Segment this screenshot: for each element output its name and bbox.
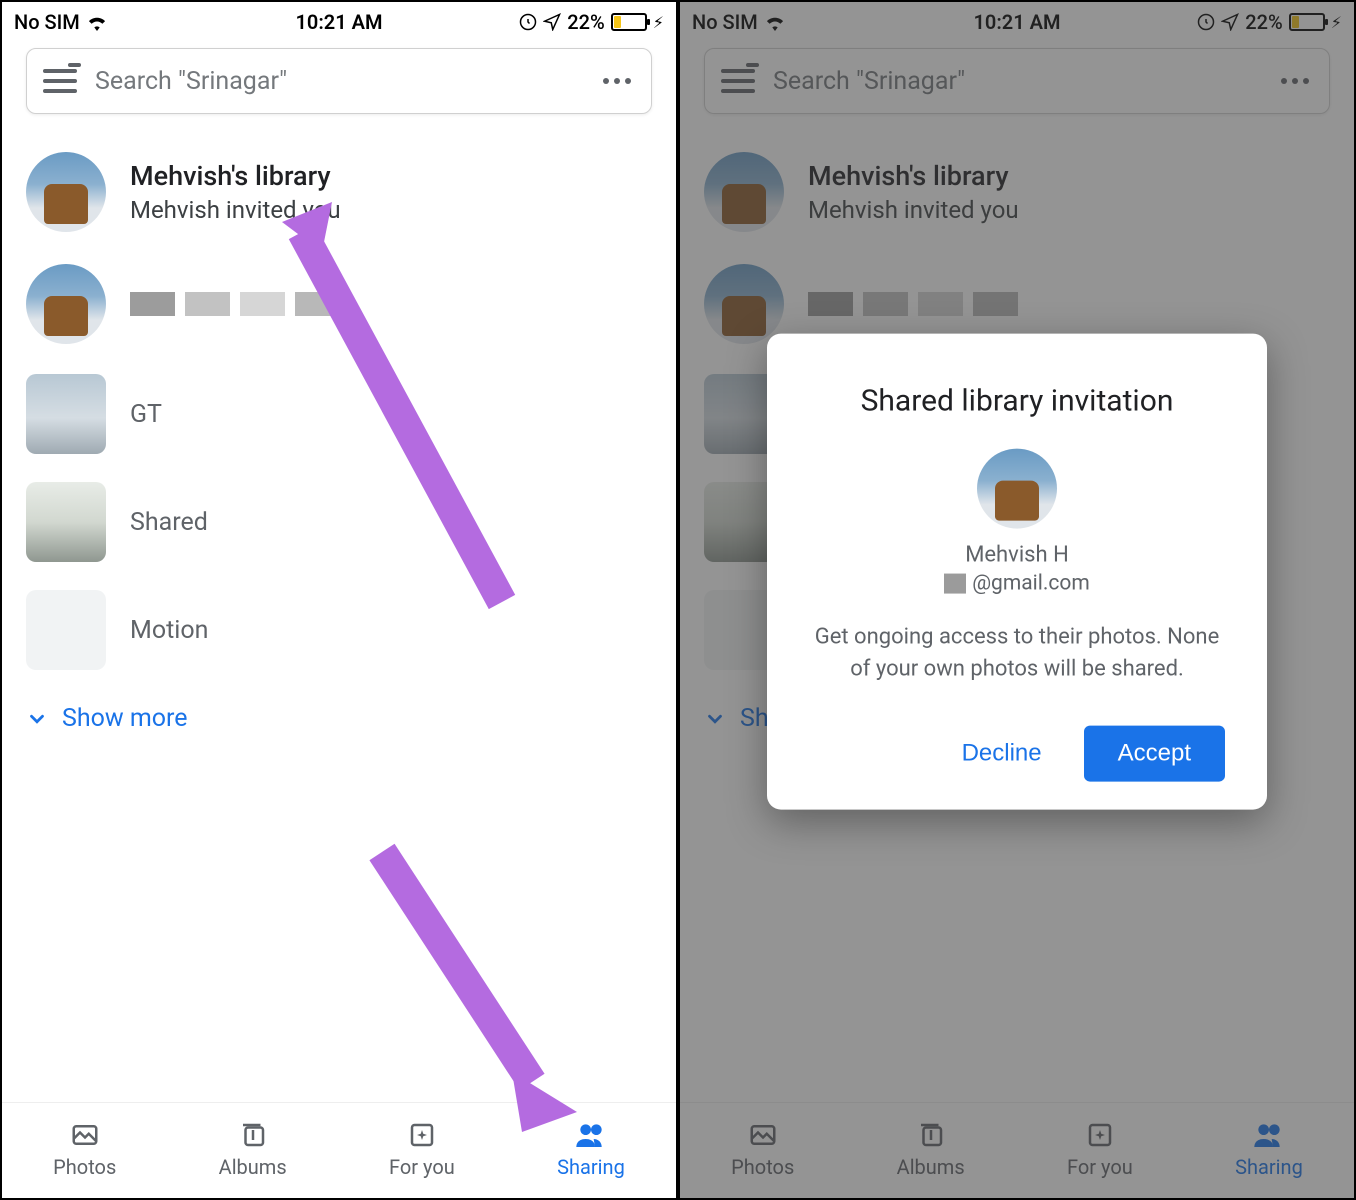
album-label: Shared xyxy=(130,508,208,537)
decline-button[interactable]: Decline xyxy=(938,725,1066,781)
album-thumb xyxy=(26,482,106,562)
album-label: GT xyxy=(130,400,162,429)
nav-label: Albums xyxy=(219,1155,287,1179)
album-thumb xyxy=(26,590,106,670)
dialog-avatar xyxy=(977,449,1057,529)
nav-albums[interactable]: Albums xyxy=(219,1119,287,1179)
sharing-list: Mehvish's library Mehvish invited you GT… xyxy=(2,126,676,1102)
notification-dot xyxy=(68,63,81,67)
phone-screen-right: No SIM 10:21 AM 22% ⚡︎ Search "Srinagar" xyxy=(678,0,1356,1200)
nav-photos[interactable]: Photos xyxy=(53,1119,116,1179)
album-row-gt[interactable]: GT xyxy=(26,360,652,468)
library-subtitle: Mehvish invited you xyxy=(130,196,341,224)
search-bar[interactable]: Search "Srinagar" xyxy=(26,48,652,114)
redacted-text xyxy=(130,292,340,316)
battery-percent: 22% xyxy=(567,10,604,34)
dialog-body: Get ongoing access to their photos. None… xyxy=(811,622,1223,686)
show-more-button[interactable]: Show more xyxy=(26,684,652,753)
shared-library-dialog: Shared library invitation Mehvish H @gma… xyxy=(767,334,1267,810)
avatar xyxy=(26,152,106,232)
chevron-down-icon xyxy=(26,708,48,730)
dialog-user-name: Mehvish H xyxy=(807,543,1227,568)
bottom-nav: Photos Albums For you Sharing xyxy=(2,1102,676,1198)
wifi-icon xyxy=(86,13,108,31)
status-bar: No SIM 10:21 AM 22% ⚡︎ xyxy=(2,2,676,42)
album-thumb xyxy=(26,374,106,454)
clock: 10:21 AM xyxy=(233,10,444,34)
album-row-motion[interactable]: Motion xyxy=(26,576,652,684)
orientation-lock-icon xyxy=(519,13,537,31)
battery-icon xyxy=(611,13,647,31)
for-you-icon xyxy=(406,1119,438,1151)
album-row-shared[interactable]: Shared xyxy=(26,468,652,576)
redacted-text xyxy=(944,574,966,594)
phone-screen-left: No SIM 10:21 AM 22% ⚡︎ Search "Srinagar" xyxy=(0,0,678,1200)
more-icon[interactable] xyxy=(603,78,635,84)
nav-label: Photos xyxy=(53,1155,116,1179)
sim-status: No SIM xyxy=(14,10,80,34)
photos-icon xyxy=(69,1119,101,1151)
menu-icon[interactable] xyxy=(43,69,77,93)
albums-icon xyxy=(237,1119,269,1151)
dialog-title: Shared library invitation xyxy=(807,384,1227,419)
sharing-icon xyxy=(575,1119,607,1151)
shared-library-invite-row[interactable]: Mehvish's library Mehvish invited you xyxy=(26,136,652,248)
library-title: Mehvish's library xyxy=(130,160,341,192)
avatar xyxy=(26,264,106,344)
album-label: Motion xyxy=(130,616,208,645)
nav-for-you[interactable]: For you xyxy=(389,1119,455,1179)
show-more-label: Show more xyxy=(62,704,188,733)
shared-user-row[interactable] xyxy=(26,248,652,360)
nav-label: For you xyxy=(389,1155,455,1179)
nav-label: Sharing xyxy=(557,1155,625,1179)
email-suffix: @gmail.com xyxy=(972,572,1090,596)
search-input[interactable]: Search "Srinagar" xyxy=(95,67,585,96)
nav-sharing[interactable]: Sharing xyxy=(557,1119,625,1179)
charging-icon: ⚡︎ xyxy=(653,13,664,32)
location-icon xyxy=(543,13,561,31)
accept-button[interactable]: Accept xyxy=(1084,725,1225,781)
dialog-user-email: @gmail.com xyxy=(807,572,1227,596)
